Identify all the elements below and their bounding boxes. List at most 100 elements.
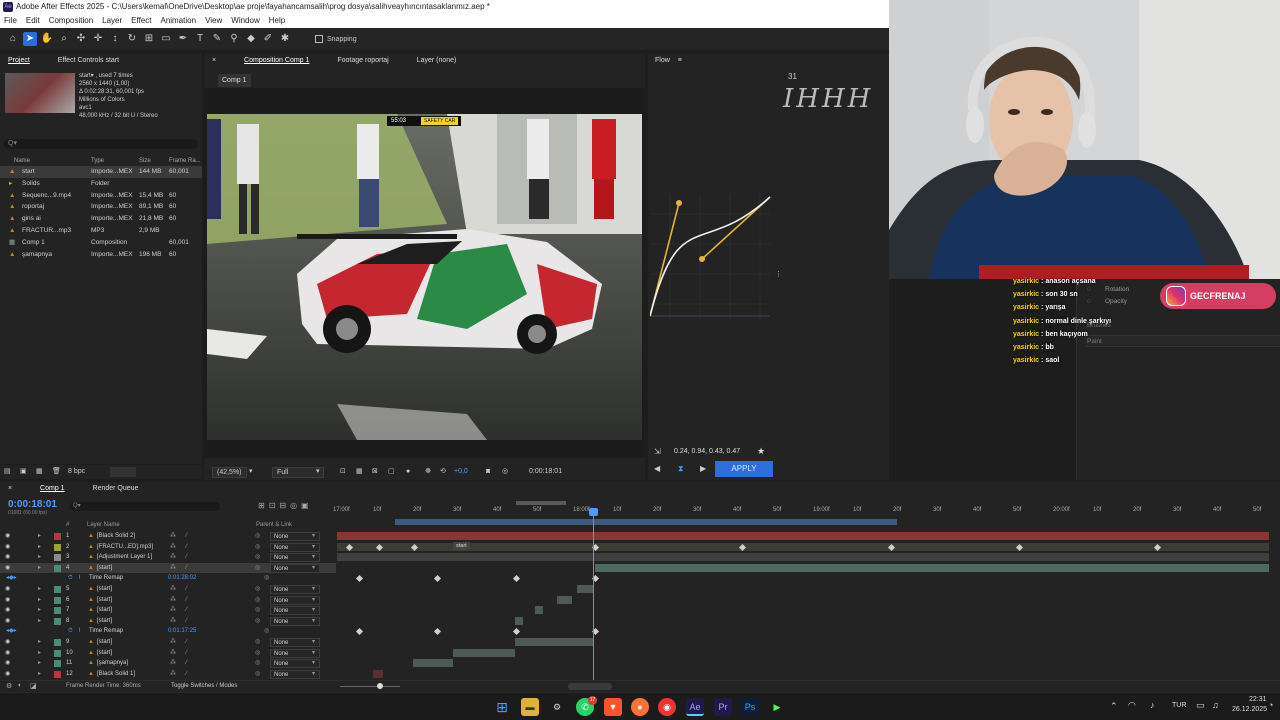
quality-switch-icon[interactable]: ⁄	[186, 531, 187, 542]
layer-name[interactable]: [Black Solid 1]	[97, 669, 135, 680]
tab-project[interactable]: Project	[8, 57, 30, 64]
chevron-down-icon[interactable]: ▾	[312, 584, 315, 595]
pan-behind-tool-icon[interactable]: ⊞	[142, 32, 156, 46]
keyframe-navigator-icon[interactable]: ◂◆▸	[6, 626, 17, 637]
layer-marker[interactable]: start	[453, 542, 470, 550]
clone-stamp-tool-icon[interactable]: ⚲	[227, 32, 241, 46]
layer-track[interactable]	[337, 605, 1269, 616]
visibility-eye-icon[interactable]: ◉	[5, 616, 10, 627]
pickwhip-icon[interactable]: ◎	[264, 626, 269, 637]
timeline-switches[interactable]: ⊞⊡⊟◎▣	[258, 501, 313, 510]
layer-track[interactable]	[337, 552, 1269, 563]
tab-effect-controls[interactable]: Effect Controls start	[58, 57, 119, 64]
graph-icon[interactable]: ⌇	[78, 573, 81, 584]
menu-window[interactable]: Window	[231, 14, 259, 28]
quality-switch-icon[interactable]: ⁄	[186, 595, 187, 606]
layer-track[interactable]	[337, 648, 1269, 659]
layer-row[interactable]: ◉ ▸ 10 ▲ [start] ⁂ ⁄ ◎ None ▾	[0, 648, 336, 659]
quality-switch-icon[interactable]: ⁄	[186, 605, 187, 616]
layer-name[interactable]: [start]	[97, 563, 112, 574]
expand-arrow-icon[interactable]: ▸	[38, 584, 41, 595]
visibility-eye-icon[interactable]: ◉	[5, 584, 10, 595]
expand-arrow-icon[interactable]: ▸	[38, 616, 41, 627]
color-toggle-icon[interactable]: ◐	[18, 682, 22, 689]
menu-animation[interactable]: Animation	[160, 14, 196, 28]
chevron-down-icon[interactable]: ▾	[312, 648, 315, 659]
layer-name[interactable]: [FRACTU...ED].mp3]	[97, 542, 153, 553]
hand-tool-icon[interactable]: ✋	[40, 32, 54, 46]
layer-row[interactable]: ◉ ▸ 6 ▲ [start] ⁂ ⁄ ◎ None ▾	[0, 595, 336, 606]
bpc-swatch[interactable]	[110, 467, 136, 477]
photoshop-icon[interactable]: Ps	[741, 698, 759, 716]
quality-switch-icon[interactable]: ⁄	[186, 552, 187, 563]
project-item[interactable]: ▲ start Importe...MEX 144 MB 60,001	[0, 166, 202, 178]
layer-duration-bar[interactable]	[337, 542, 1269, 551]
chevron-down-icon[interactable]: ▾	[249, 464, 253, 480]
shy-switch-icon[interactable]: ⁂	[170, 616, 176, 627]
property-value[interactable]: 0:01:28:02	[168, 573, 196, 584]
pickwhip-icon[interactable]: ◎	[255, 648, 260, 659]
layer-property-row[interactable]: ◂◆▸ ⏱ ⌇ Time Remap 0:01:28:02 ◎	[0, 573, 336, 584]
layer-duration-bar[interactable]	[413, 659, 453, 668]
menu-view[interactable]: View	[205, 14, 222, 28]
chevron-down-icon[interactable]: ▾	[312, 669, 315, 680]
layer-name[interactable]: [şamapnya]	[97, 658, 128, 669]
tab-composition[interactable]: Composition Comp 1	[244, 57, 309, 64]
color-management-icon[interactable]: ☸	[425, 464, 431, 480]
pickwhip-icon[interactable]: ◎	[255, 595, 260, 606]
more-options-icon[interactable]: ⋮	[775, 270, 782, 278]
chevron-down-icon[interactable]: ▾	[312, 595, 315, 606]
layer-track[interactable]	[337, 637, 1269, 648]
chevron-down-icon[interactable]: ▾	[312, 552, 315, 563]
keyframe[interactable]	[433, 575, 442, 583]
shy-switch-icon[interactable]: ⁂	[170, 637, 176, 648]
snapshot-icon[interactable]: ◙	[486, 464, 490, 480]
shy-switch-icon[interactable]: ⁂	[170, 563, 176, 574]
shy-switch-icon[interactable]: ⁂	[170, 542, 176, 553]
pickwhip-icon[interactable]: ◎	[255, 616, 260, 627]
layer-name[interactable]: [start]	[97, 605, 112, 616]
eraser-tool-icon[interactable]: ◆	[244, 32, 258, 46]
layer-name[interactable]: [start]	[97, 616, 112, 627]
label-color-swatch[interactable]	[54, 660, 61, 668]
layer-track[interactable]	[337, 669, 1269, 680]
layer-track[interactable]	[337, 573, 1269, 584]
quality-switch-icon[interactable]: ⁄	[186, 658, 187, 669]
visibility-eye-icon[interactable]: ◉	[5, 595, 10, 606]
brush-tool-icon[interactable]: ✎	[210, 32, 224, 46]
chrome-icon[interactable]: ◉	[658, 698, 676, 716]
roto-brush-tool-icon[interactable]: ✐	[261, 32, 275, 46]
app-icon[interactable]: ⚙	[548, 698, 566, 716]
pickwhip-icon[interactable]: ◎	[255, 658, 260, 669]
pickwhip-icon[interactable]: ◎	[255, 584, 260, 595]
language-indicator[interactable]: TUR	[1172, 702, 1186, 709]
menu-help[interactable]: Help	[269, 14, 285, 28]
quality-switch-icon[interactable]: ⁄	[186, 648, 187, 659]
chevron-down-icon[interactable]: ▾	[312, 563, 315, 574]
snapping-checkbox[interactable]	[315, 35, 323, 43]
zoom-tool-icon[interactable]: ⌕	[57, 32, 71, 46]
menu-composition[interactable]: Composition	[49, 14, 93, 28]
premiere-pro-icon[interactable]: Pr	[714, 698, 732, 716]
shy-switch-icon[interactable]: ⁂	[170, 669, 176, 680]
brave-browser-icon[interactable]: ▼	[604, 698, 622, 716]
work-area-bar[interactable]	[395, 519, 897, 525]
project-item[interactable]: ▲ gins ai Importe...MEX 21,8 MB 60	[0, 213, 202, 225]
shy-switch-icon[interactable]: ⁂	[170, 605, 176, 616]
menu-edit[interactable]: Edit	[26, 14, 40, 28]
stopwatch-icon[interactable]: ⏱	[68, 573, 73, 584]
selection-tool-icon[interactable]: ➤	[23, 32, 37, 46]
playhead-handle[interactable]	[589, 508, 598, 516]
visibility-eye-icon[interactable]: ◉	[5, 563, 10, 574]
new-folder-icon[interactable]: ▣	[20, 465, 27, 479]
layer-property-row[interactable]: ◂◆▸ ⏱ ⌇ Time Remap 0:01:17:25 ◎	[0, 626, 336, 637]
label-color-swatch[interactable]	[54, 639, 61, 646]
previous-arrow-icon[interactable]: ◀	[654, 464, 660, 473]
layer-duration-bar[interactable]	[577, 585, 593, 593]
keyframe[interactable]	[433, 628, 442, 636]
label-color-swatch[interactable]	[54, 564, 61, 572]
pickwhip-icon[interactable]: ◎	[255, 531, 260, 542]
tab-footage[interactable]: Footage roportaj	[337, 57, 388, 64]
visibility-eye-icon[interactable]: ◉	[5, 658, 10, 669]
column-size[interactable]: Size	[139, 157, 151, 166]
